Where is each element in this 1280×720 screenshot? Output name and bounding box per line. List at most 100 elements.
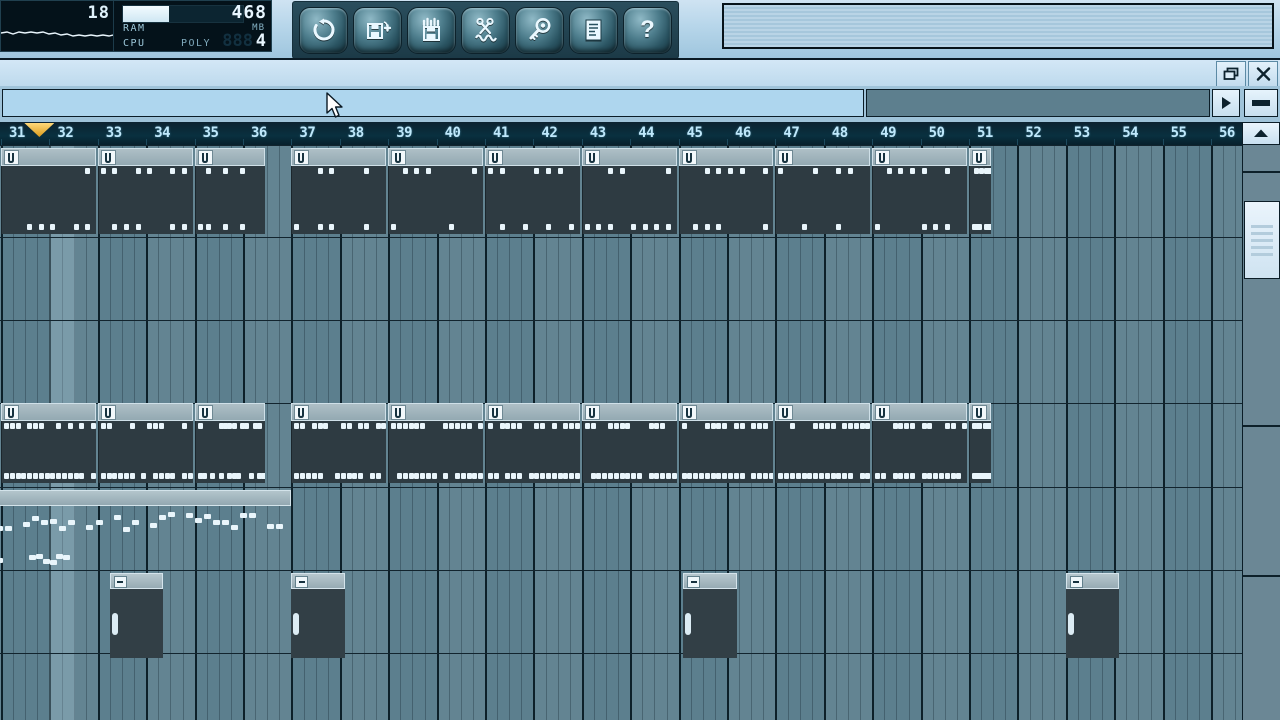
pattern-clip[interactable] <box>1 403 96 483</box>
pattern-clip[interactable] <box>388 403 483 483</box>
music-note-icon <box>875 150 891 165</box>
audio-clip-1[interactable] <box>109 573 164 658</box>
pattern-clip[interactable] <box>388 148 483 234</box>
clip-header[interactable] <box>291 403 387 421</box>
clip-header[interactable] <box>97 148 193 166</box>
note-block <box>681 423 687 429</box>
audio-clip-2[interactable] <box>291 573 345 658</box>
cut-audio-button[interactable] <box>461 6 510 54</box>
clip-header[interactable] <box>1065 573 1120 589</box>
pattern-clip[interactable] <box>581 148 677 234</box>
clip-header[interactable] <box>775 403 871 421</box>
clip-header[interactable] <box>969 403 991 421</box>
pattern-clip[interactable] <box>1 148 96 234</box>
restore-window-button[interactable] <box>1216 61 1246 87</box>
pattern-clip[interactable] <box>291 403 387 483</box>
clip-header[interactable] <box>683 573 737 589</box>
pattern-clip[interactable] <box>291 148 387 234</box>
clip-header[interactable] <box>291 148 387 166</box>
note-block <box>762 168 768 174</box>
export-wave-button[interactable] <box>407 6 456 54</box>
pattern-clip[interactable] <box>969 148 991 234</box>
clip-header[interactable] <box>97 403 193 421</box>
note-block <box>454 473 460 479</box>
note-block <box>181 168 187 174</box>
audio-clip-3[interactable] <box>683 573 737 658</box>
clip-header[interactable] <box>109 573 164 589</box>
melody-clip[interactable] <box>0 490 292 550</box>
pattern-clip[interactable] <box>678 403 774 483</box>
note-block <box>534 168 540 174</box>
clip-header[interactable] <box>194 148 265 166</box>
pattern-clip[interactable] <box>581 403 677 483</box>
note-block <box>865 423 871 429</box>
save-as-button[interactable] <box>353 6 402 54</box>
pattern-clip[interactable] <box>485 403 580 483</box>
help-button[interactable]: ? <box>623 6 672 54</box>
scroll-right-button[interactable] <box>1212 89 1240 117</box>
clip-header[interactable] <box>388 403 483 421</box>
fl-studio-window: 18 468 MB RAM CPU POLY 888 4 ? 31 32 33 … <box>0 0 1280 720</box>
audio-clip-4[interactable] <box>1065 573 1120 658</box>
undo-button[interactable] <box>299 6 348 54</box>
clip-header[interactable] <box>678 148 774 166</box>
clip-header[interactable] <box>194 403 265 421</box>
notes-button[interactable] <box>569 6 618 54</box>
pattern-clip[interactable] <box>775 403 871 483</box>
clip-header[interactable] <box>485 403 580 421</box>
clip-header[interactable] <box>1 148 96 166</box>
pattern-clip[interactable] <box>97 148 193 234</box>
top-toolbar: 18 468 MB RAM CPU POLY 888 4 ? <box>0 0 1280 59</box>
music-note-icon <box>488 405 503 420</box>
note-block <box>1067 613 1074 635</box>
clip-header[interactable] <box>969 148 991 166</box>
clip-header[interactable] <box>678 403 774 421</box>
clip-header[interactable] <box>1 403 96 421</box>
note-block <box>607 423 613 429</box>
note-block <box>466 473 472 479</box>
close-window-button[interactable] <box>1248 61 1278 87</box>
melody-clip-fragment[interactable] <box>0 549 74 577</box>
note-block <box>909 473 915 479</box>
clip-header[interactable] <box>775 148 871 166</box>
pattern-clip[interactable] <box>97 403 193 483</box>
tools-button[interactable] <box>515 6 564 54</box>
minimize-button[interactable] <box>1244 89 1278 117</box>
clip-header[interactable] <box>291 573 345 589</box>
pattern-clip[interactable] <box>678 148 774 234</box>
pattern-clip[interactable] <box>872 403 967 483</box>
clip-header[interactable] <box>388 148 483 166</box>
note-block <box>27 473 33 479</box>
pattern-clip[interactable] <box>969 403 991 483</box>
note-block <box>551 473 557 479</box>
horizontal-scrollbar[interactable] <box>866 89 1210 117</box>
scroll-up-button[interactable] <box>1242 122 1280 145</box>
note-block <box>149 523 157 528</box>
clip-header[interactable] <box>581 148 677 166</box>
clip-header[interactable] <box>485 148 580 166</box>
note-block <box>27 224 33 230</box>
playhead-marker[interactable] <box>24 123 55 137</box>
clip-header[interactable] <box>581 403 677 421</box>
note-block <box>112 168 118 174</box>
vertical-scrollbar[interactable] <box>1242 145 1280 720</box>
pattern-clip[interactable] <box>194 148 265 234</box>
hint-field[interactable] <box>2 89 864 117</box>
pattern-clip[interactable] <box>485 148 580 234</box>
vertical-scrollbar-thumb[interactable] <box>1244 201 1280 279</box>
pattern-clip[interactable] <box>194 403 265 483</box>
clip-header[interactable] <box>872 403 967 421</box>
playlist-grid[interactable] <box>0 145 1242 720</box>
note-block <box>569 423 575 429</box>
note-block <box>391 224 397 230</box>
note-block <box>210 473 216 479</box>
note-block <box>38 473 44 479</box>
bar-ruler[interactable]: 31 32 33 34 35 36 37 38 39 40 41 42 43 44 45 46 47 48 49 50… <box>0 122 1242 146</box>
pattern-clip[interactable] <box>775 148 871 234</box>
note-block <box>660 423 666 429</box>
note-block <box>511 473 517 479</box>
clip-header[interactable] <box>872 148 967 166</box>
pattern-clip[interactable] <box>872 148 967 234</box>
note-block <box>158 473 164 479</box>
clip-header[interactable] <box>0 490 292 506</box>
